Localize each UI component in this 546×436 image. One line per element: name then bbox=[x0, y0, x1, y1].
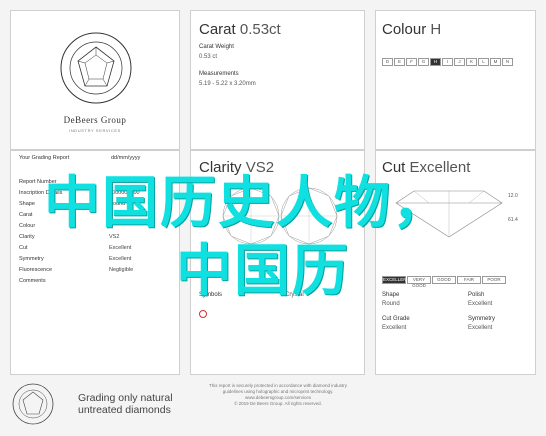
cut-shape-value: Round bbox=[382, 301, 400, 307]
polish-value: Excellent bbox=[468, 301, 493, 307]
cut-grade-cell: EXCELLENT bbox=[382, 276, 410, 284]
carat-weight-label: Carat Weight bbox=[199, 44, 234, 50]
symmetry-value: Excellent bbox=[468, 325, 493, 331]
report-row: Fluorescence Negligible bbox=[19, 267, 169, 277]
grading-line-2: untreated diamonds bbox=[78, 404, 171, 416]
carat-value: 0.53ct bbox=[239, 21, 281, 38]
symmetry-label: Symmetry bbox=[468, 316, 495, 322]
report-row-label: Carat bbox=[19, 212, 33, 218]
polish-label: Polish bbox=[468, 292, 485, 298]
colour-value: H bbox=[430, 21, 442, 38]
cut-measure-b: 61.4 bbox=[508, 217, 518, 223]
cut-grade-label: Cut Grade bbox=[382, 316, 410, 322]
grading-tagline: Grading only natural untreated diamonds bbox=[78, 392, 173, 416]
cut-shape-label: Shape bbox=[382, 292, 400, 298]
institute-seal-icon bbox=[60, 32, 132, 104]
colour-panel: Colour H DEFGHIJKLMN bbox=[375, 10, 536, 150]
cut-grade-value: Excellent bbox=[382, 325, 407, 331]
colour-grade-cell: J bbox=[454, 58, 465, 66]
colour-heading: Colour bbox=[382, 21, 427, 38]
measurements-label: Measurements bbox=[199, 71, 239, 77]
cut-grade-cell: VERY GOOD bbox=[407, 276, 431, 288]
cut-scale: EXCELLENT VERY GOOD GOOD FAIR POOR bbox=[382, 276, 507, 288]
brand-subtitle: INDUSTRY SERVICES bbox=[69, 128, 121, 133]
colour-grade-cell: E bbox=[394, 58, 405, 66]
seal-small-icon bbox=[12, 383, 54, 425]
report-row-label: Cut bbox=[19, 245, 28, 251]
colour-grade-cell: H bbox=[430, 58, 441, 66]
cut-measure-a: 12.0 bbox=[508, 193, 518, 199]
cut-grade-cell: FAIR bbox=[457, 276, 481, 284]
report-row: Comments bbox=[19, 278, 169, 288]
grading-line-1: Grading only natural bbox=[78, 392, 173, 404]
report-row-value: Excellent bbox=[109, 245, 132, 251]
measurements-value: 5.19 - 5.22 x 3.20mm bbox=[199, 81, 256, 87]
carat-weight-value: 0.53 ct bbox=[199, 54, 218, 60]
colour-grade-cell: M bbox=[490, 58, 501, 66]
cut-grade-cell: GOOD bbox=[432, 276, 456, 284]
report-row-value: Excellent bbox=[109, 256, 132, 262]
report-row-label: Shape bbox=[19, 201, 35, 207]
security-note: This report is securely protected in acc… bbox=[188, 383, 368, 407]
colour-grade-cell: F bbox=[406, 58, 417, 66]
cut-grade-cell: POOR bbox=[482, 276, 506, 284]
report-row: Cut Excellent bbox=[19, 245, 169, 255]
colour-grade-cell: L bbox=[478, 58, 489, 66]
brand-name: DeBeers Group bbox=[63, 115, 127, 125]
crystal-symbol-icon bbox=[199, 310, 207, 318]
colour-grade-cell: I bbox=[442, 58, 453, 66]
overlay-title-line-2: 中国历 bbox=[176, 239, 350, 304]
report-row-label: Comments bbox=[19, 278, 46, 284]
colour-scale: DEFGHIJKLMN bbox=[382, 58, 514, 66]
report-row-label: Fluorescence bbox=[19, 267, 53, 273]
report-row-value: Negligible bbox=[109, 267, 134, 273]
colour-grade-cell: D bbox=[382, 58, 393, 66]
report-row-label: Symmetry bbox=[19, 256, 44, 262]
brand-panel: DeBeers Group INDUSTRY SERVICES bbox=[10, 10, 180, 150]
report-row-label: Clarity bbox=[19, 234, 35, 240]
carat-panel: Carat 0.53ct Carat Weight 0.53 ct Measur… bbox=[190, 10, 365, 150]
colour-grade-cell: N bbox=[502, 58, 513, 66]
colour-grade-cell: K bbox=[466, 58, 477, 66]
note-line-4: © 2019 De Beers Group. All rights reserv… bbox=[234, 401, 322, 406]
report-row: Symmetry Excellent bbox=[19, 256, 169, 266]
report-row-label: Colour bbox=[19, 223, 36, 229]
carat-heading: Carat bbox=[199, 21, 236, 38]
colour-grade-cell: G bbox=[418, 58, 429, 66]
